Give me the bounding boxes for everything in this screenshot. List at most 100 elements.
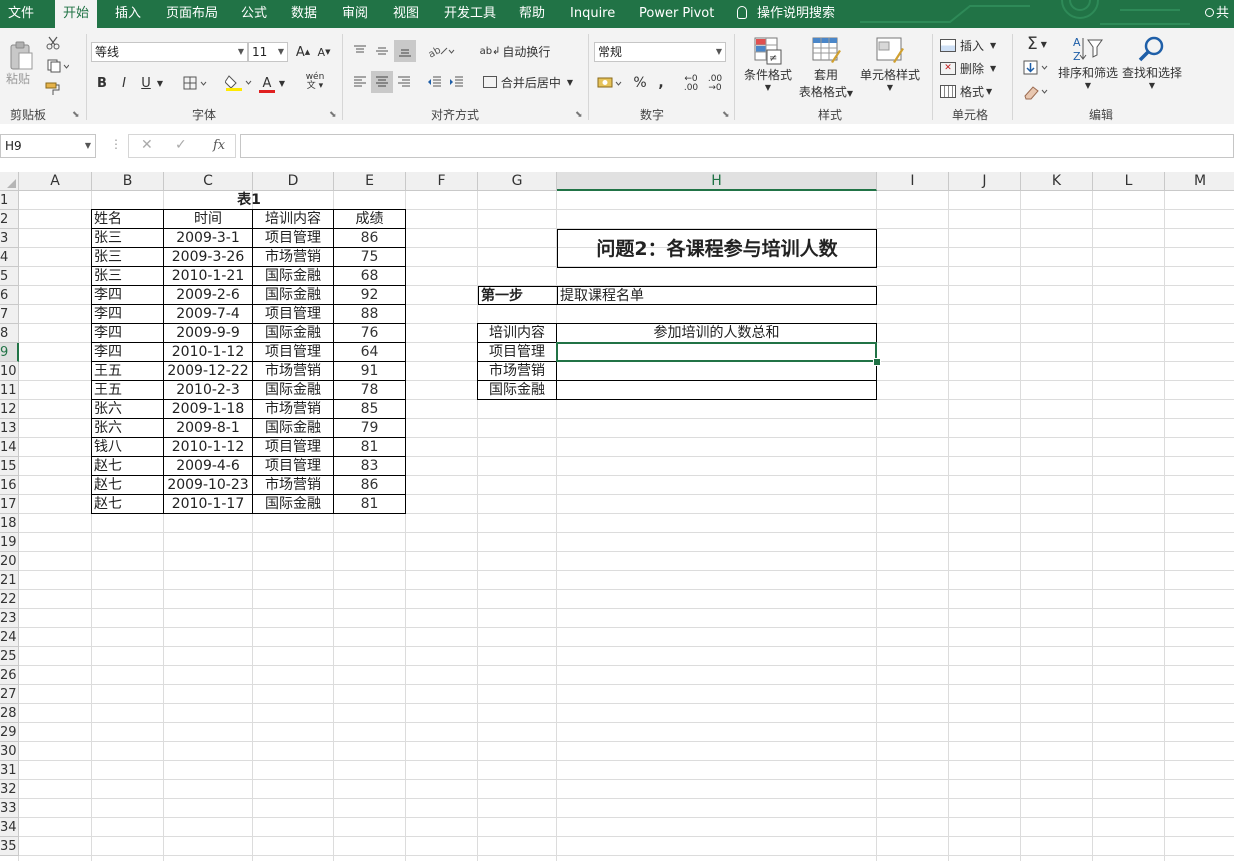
row-header-1[interactable]: 1 [0,191,19,210]
accounting-format-icon[interactable] [596,73,626,93]
row-header-34[interactable]: 34 [0,818,19,837]
row-header-28[interactable]: 28 [0,704,19,723]
delete-cells-button[interactable]: ✕ 删除 ▼ [940,59,1002,77]
number-format-combo[interactable]: 常规 ▼ [594,42,726,62]
row-header-22[interactable]: 22 [0,590,19,609]
copy-icon[interactable] [44,57,72,75]
table1-cell[interactable]: 2009-10-23 [164,476,253,495]
column-header-f[interactable]: F [406,172,478,191]
table1-cell[interactable]: 国际金融 [253,286,334,305]
table1-cell[interactable]: 88 [334,305,406,324]
table1-cell[interactable]: 68 [334,267,406,286]
table1-cell[interactable]: 市场营销 [253,248,334,267]
course-name-cell[interactable]: 项目管理 [478,343,557,362]
bold-button[interactable]: B [94,73,110,93]
table1-cell[interactable]: 李四 [92,286,164,305]
tab-formulas[interactable]: 公式 [241,0,267,28]
table1-cell[interactable]: 81 [334,438,406,457]
table1-cell[interactable]: 市场营销 [253,476,334,495]
table1-cell[interactable]: 李四 [92,324,164,343]
table1-header-cell[interactable]: 培训内容 [253,210,334,229]
tab-insert[interactable]: 插入 [115,0,141,28]
table1-cell[interactable]: 86 [334,229,406,248]
row-header-12[interactable]: 12 [0,400,19,419]
table1-header-cell[interactable]: 姓名 [92,210,164,229]
table1-cell[interactable]: 76 [334,324,406,343]
course-count-cell[interactable] [557,381,877,400]
row-header-33[interactable]: 33 [0,799,19,818]
table1-cell[interactable]: 2009-4-6 [164,457,253,476]
table1-cell[interactable]: 张三 [92,229,164,248]
table1-cell[interactable]: 85 [334,400,406,419]
table1-header-cell[interactable]: 时间 [164,210,253,229]
table1-cell[interactable]: 赵七 [92,495,164,514]
table1-cell[interactable]: 项目管理 [253,343,334,362]
table1-cell[interactable]: 张三 [92,248,164,267]
align-middle-icon[interactable] [373,42,391,60]
table1-cell[interactable]: 钱八 [92,438,164,457]
table1-cell[interactable]: 78 [334,381,406,400]
table1-cell[interactable]: 项目管理 [253,457,334,476]
enter-icon[interactable]: ✓ [175,137,187,153]
table1-cell[interactable]: 项目管理 [253,305,334,324]
align-left-icon[interactable] [351,73,369,91]
alignment-launcher-icon[interactable]: ⬊ [575,110,583,120]
table1-cell[interactable]: 2009-3-26 [164,248,253,267]
row-header-23[interactable]: 23 [0,609,19,628]
worksheet-grid[interactable]: A B C D E F G H I J K L M 1 2 3 4 5 6 7 8 9 10 11 12 13 14 15 16 17 18… [0,172,1234,861]
table1-cell[interactable]: 张六 [92,400,164,419]
chevron-down-icon[interactable]: ▼ [155,73,165,93]
increase-indent-icon[interactable] [448,73,466,91]
active-cell-h9[interactable] [556,342,877,362]
row-header-10[interactable]: 10 [0,362,19,381]
column-header-k[interactable]: K [1021,172,1093,191]
fill-handle[interactable] [873,358,881,366]
table1-cell[interactable]: 2009-1-18 [164,400,253,419]
table1-cell[interactable]: 91 [334,362,406,381]
underline-button[interactable]: U [138,73,154,93]
merge-center-button[interactable]: 合并后居中 ▼ [480,73,576,91]
table1-cell[interactable]: 75 [334,248,406,267]
table1-cell[interactable]: 2010-1-12 [164,343,253,362]
table1-cell[interactable]: 2009-3-1 [164,229,253,248]
question-title[interactable]: 问题2：各课程参与培训人数 [557,229,877,268]
wrap-text-button[interactable]: ab↲ 自动换行 [480,42,551,60]
increase-decimal-button[interactable]: ←0.00 [680,74,702,94]
column-header-m[interactable]: M [1165,172,1234,191]
orientation-icon[interactable]: ab [426,42,456,60]
column-header-h[interactable]: H [557,172,877,191]
select-all-corner[interactable] [0,172,19,191]
borders-button[interactable] [181,73,211,93]
tab-developer[interactable]: 开发工具 [444,0,496,28]
table1-cell[interactable]: 国际金融 [253,324,334,343]
tab-power-pivot[interactable]: Power Pivot [639,0,714,28]
table1-cell[interactable]: 李四 [92,305,164,324]
step-label-cell[interactable]: 第一步 [478,286,557,305]
row-header-24[interactable]: 24 [0,628,19,647]
comma-style-button[interactable]: , [654,73,668,93]
row-header-9[interactable]: 9 [0,343,19,362]
tell-me-search[interactable]: 操作说明搜索 [737,0,835,28]
formula-input[interactable] [240,134,1234,158]
step-text-cell[interactable]: 提取课程名单 [557,286,877,305]
name-box[interactable]: H9 ▼ [0,134,96,158]
increase-font-size-icon[interactable]: A ▲ [294,42,312,62]
table1-cell[interactable]: 王五 [92,381,164,400]
fill-color-button[interactable] [223,73,255,93]
row-header-25[interactable]: 25 [0,647,19,666]
conditional-formatting-button[interactable]: ≠ 条件格式 ▼ [742,36,794,98]
clear-icon[interactable] [1020,82,1054,102]
column-header-j[interactable]: J [949,172,1021,191]
sort-filter-button[interactable]: AZ 排序和筛选 ▼ [1056,34,1120,102]
summary-header-cell[interactable]: 培训内容 [478,324,557,343]
column-header-d[interactable]: D [253,172,334,191]
decrease-indent-icon[interactable] [426,73,444,91]
row-header-19[interactable]: 19 [0,533,19,552]
row-header-27[interactable]: 27 [0,685,19,704]
tab-data[interactable]: 数据 [291,0,317,28]
column-header-a[interactable]: A [19,172,92,191]
column-header-e[interactable]: E [334,172,406,191]
table1-header-cell[interactable]: 成绩 [334,210,406,229]
table1-cell[interactable]: 92 [334,286,406,305]
row-header-4[interactable]: 4 [0,248,19,267]
